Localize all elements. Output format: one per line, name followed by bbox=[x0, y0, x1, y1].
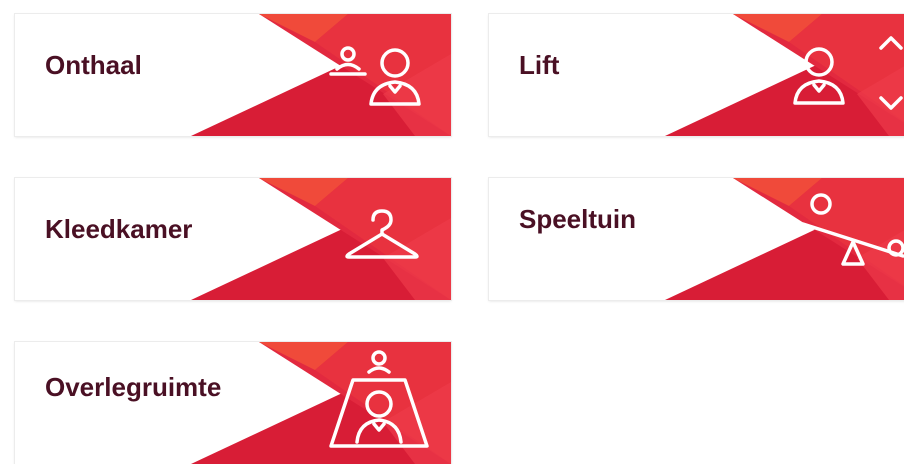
tile-label: Overlegruimte bbox=[45, 372, 222, 402]
tile-label: Lift bbox=[519, 50, 560, 80]
tile-label: Onthaal bbox=[45, 50, 142, 80]
coat-hanger-icon bbox=[345, 209, 419, 259]
tile-onthaal[interactable]: Onthaal bbox=[15, 14, 451, 136]
tile-lift[interactable]: Lift bbox=[489, 14, 904, 136]
meeting-room-icon bbox=[329, 350, 429, 448]
tile-label: Speeltuin bbox=[519, 204, 637, 234]
reception-desk-icon bbox=[329, 46, 421, 106]
tile-overlegruimte[interactable]: Overlegruimte bbox=[15, 342, 451, 464]
elevator-icon bbox=[793, 36, 903, 110]
tile-kleedkamer[interactable]: Kleedkamer bbox=[15, 178, 451, 300]
tile-speeltuin[interactable]: Speeltuin bbox=[489, 178, 904, 300]
seesaw-icon bbox=[801, 193, 904, 266]
tile-label: Kleedkamer bbox=[45, 214, 193, 244]
